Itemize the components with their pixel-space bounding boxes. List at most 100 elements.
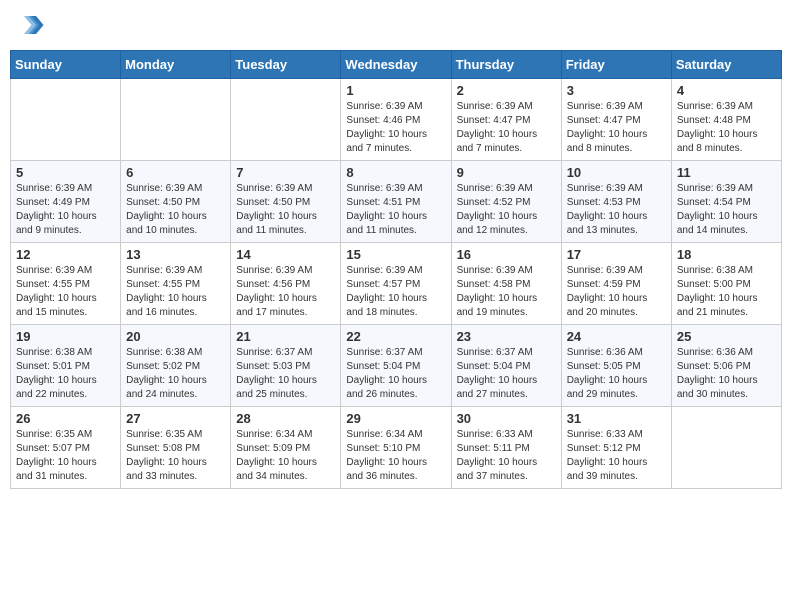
calendar-week-3: 12 Sunrise: 6:39 AM Sunset: 4:55 PM Dayli… — [11, 243, 782, 325]
day-info: Sunrise: 6:39 AM Sunset: 4:47 PM Dayligh… — [457, 100, 556, 156]
calendar-cell: 10Sunrise: 6:39 AM Sunset: 4:53 PM Dayli… — [561, 161, 671, 243]
day-number: 25 — [677, 329, 776, 344]
day-number: 6 — [126, 165, 225, 180]
day-info: Sunrise: 6:35 AM Sunset: 5:08 PM Dayligh… — [126, 428, 225, 484]
calendar-week-2: 5 Sunrise: 6:39 AM Sunset: 4:49 PM Daylig… — [11, 161, 782, 243]
calendar-cell: 28 Sunrise: 6:34 AM Sunset: 5:09 PM Dayli… — [231, 407, 341, 489]
day-number: 14 — [236, 247, 335, 262]
logo-icon — [15, 10, 45, 40]
logo — [15, 10, 49, 40]
calendar-week-4: 19 Sunrise: 6:38 AM Sunset: 5:01 PM Dayli… — [11, 325, 782, 407]
day-info: Sunrise: 6:39 AM Sunset: 4:56 PM Dayligh… — [236, 264, 335, 320]
day-number: 17 — [567, 247, 666, 262]
calendar-cell: 11Sunrise: 6:39 AM Sunset: 4:54 PM Dayli… — [671, 161, 781, 243]
day-info: Sunrise: 6:36 AM Sunset: 5:05 PM Dayligh… — [567, 346, 666, 402]
day-number: 29 — [346, 411, 445, 426]
day-number: 24 — [567, 329, 666, 344]
day-number: 16 — [457, 247, 556, 262]
calendar-cell: 23Sunrise: 6:37 AM Sunset: 5:04 PM Dayli… — [451, 325, 561, 407]
day-info: Sunrise: 6:34 AM Sunset: 5:10 PM Dayligh… — [346, 428, 445, 484]
day-of-week-saturday: Saturday — [671, 51, 781, 79]
page: SundayMondayTuesdayWednesdayThursdayFrid… — [0, 0, 792, 499]
day-number: 13 — [126, 247, 225, 262]
calendar-cell: 17 Sunrise: 6:39 AM Sunset: 4:59 PM Dayli… — [561, 243, 671, 325]
day-number: 15 — [346, 247, 445, 262]
day-info: Sunrise: 6:39 AM Sunset: 4:46 PM Dayligh… — [346, 100, 445, 156]
day-of-week-tuesday: Tuesday — [231, 51, 341, 79]
calendar-cell: 7 Sunrise: 6:39 AM Sunset: 4:50 PM Daylig… — [231, 161, 341, 243]
calendar-cell: 8 Sunrise: 6:39 AM Sunset: 4:51 PM Daylig… — [341, 161, 451, 243]
calendar-cell: 18 Sunrise: 6:38 AM Sunset: 5:00 PM Dayli… — [671, 243, 781, 325]
day-number: 30 — [457, 411, 556, 426]
calendar-cell: 31Sunrise: 6:33 AM Sunset: 5:12 PM Dayli… — [561, 407, 671, 489]
day-info: Sunrise: 6:38 AM Sunset: 5:01 PM Dayligh… — [16, 346, 115, 402]
day-number: 3 — [567, 83, 666, 98]
day-info: Sunrise: 6:34 AM Sunset: 5:09 PM Dayligh… — [236, 428, 335, 484]
day-info: Sunrise: 6:39 AM Sunset: 4:55 PM Dayligh… — [16, 264, 115, 320]
calendar-cell: 3Sunrise: 6:39 AM Sunset: 4:47 PM Daylig… — [561, 79, 671, 161]
day-of-week-thursday: Thursday — [451, 51, 561, 79]
calendar-cell: 9 Sunrise: 6:39 AM Sunset: 4:52 PM Daylig… — [451, 161, 561, 243]
calendar-cell: 30 Sunrise: 6:33 AM Sunset: 5:11 PM Dayli… — [451, 407, 561, 489]
calendar-cell: 21 Sunrise: 6:37 AM Sunset: 5:03 PM Dayli… — [231, 325, 341, 407]
day-info: Sunrise: 6:38 AM Sunset: 5:02 PM Dayligh… — [126, 346, 225, 402]
day-info: Sunrise: 6:39 AM Sunset: 4:50 PM Dayligh… — [236, 182, 335, 238]
day-number: 31 — [567, 411, 666, 426]
day-number: 2 — [457, 83, 556, 98]
day-of-week-friday: Friday — [561, 51, 671, 79]
day-info: Sunrise: 6:39 AM Sunset: 4:53 PM Dayligh… — [567, 182, 666, 238]
calendar-cell: 1 Sunrise: 6:39 AM Sunset: 4:46 PM Daylig… — [341, 79, 451, 161]
calendar-cell: 20Sunrise: 6:38 AM Sunset: 5:02 PM Dayli… — [121, 325, 231, 407]
day-info: Sunrise: 6:39 AM Sunset: 4:51 PM Dayligh… — [346, 182, 445, 238]
day-number: 18 — [677, 247, 776, 262]
calendar-table: SundayMondayTuesdayWednesdayThursdayFrid… — [10, 50, 782, 489]
day-info: Sunrise: 6:37 AM Sunset: 5:04 PM Dayligh… — [346, 346, 445, 402]
day-number: 9 — [457, 165, 556, 180]
calendar-cell: 22Sunrise: 6:37 AM Sunset: 5:04 PM Dayli… — [341, 325, 451, 407]
day-of-week-wednesday: Wednesday — [341, 51, 451, 79]
day-info: Sunrise: 6:39 AM Sunset: 4:57 PM Dayligh… — [346, 264, 445, 320]
calendar-week-1: 1 Sunrise: 6:39 AM Sunset: 4:46 PM Daylig… — [11, 79, 782, 161]
day-number: 5 — [16, 165, 115, 180]
day-info: Sunrise: 6:39 AM Sunset: 4:55 PM Dayligh… — [126, 264, 225, 320]
calendar-cell — [121, 79, 231, 161]
day-info: Sunrise: 6:39 AM Sunset: 4:52 PM Dayligh… — [457, 182, 556, 238]
day-info: Sunrise: 6:39 AM Sunset: 4:50 PM Dayligh… — [126, 182, 225, 238]
day-number: 21 — [236, 329, 335, 344]
day-number: 27 — [126, 411, 225, 426]
calendar-cell: 29 Sunrise: 6:34 AM Sunset: 5:10 PM Dayli… — [341, 407, 451, 489]
day-number: 23 — [457, 329, 556, 344]
day-number: 28 — [236, 411, 335, 426]
calendar-cell — [671, 407, 781, 489]
calendar-header-row: SundayMondayTuesdayWednesdayThursdayFrid… — [11, 51, 782, 79]
calendar-cell: 25 Sunrise: 6:36 AM Sunset: 5:06 PM Dayli… — [671, 325, 781, 407]
header — [10, 10, 782, 40]
day-info: Sunrise: 6:39 AM Sunset: 4:48 PM Dayligh… — [677, 100, 776, 156]
calendar-cell: 6 Sunrise: 6:39 AM Sunset: 4:50 PM Daylig… — [121, 161, 231, 243]
day-info: Sunrise: 6:39 AM Sunset: 4:59 PM Dayligh… — [567, 264, 666, 320]
calendar-cell — [11, 79, 121, 161]
calendar-cell: 2 Sunrise: 6:39 AM Sunset: 4:47 PM Daylig… — [451, 79, 561, 161]
calendar-cell: 15 Sunrise: 6:39 AM Sunset: 4:57 PM Dayli… — [341, 243, 451, 325]
day-number: 26 — [16, 411, 115, 426]
calendar-cell: 13 Sunrise: 6:39 AM Sunset: 4:55 PM Dayli… — [121, 243, 231, 325]
calendar-cell: 12 Sunrise: 6:39 AM Sunset: 4:55 PM Dayli… — [11, 243, 121, 325]
calendar-cell: 26Sunrise: 6:35 AM Sunset: 5:07 PM Dayli… — [11, 407, 121, 489]
day-info: Sunrise: 6:36 AM Sunset: 5:06 PM Dayligh… — [677, 346, 776, 402]
calendar-cell: 27 Sunrise: 6:35 AM Sunset: 5:08 PM Dayli… — [121, 407, 231, 489]
day-number: 19 — [16, 329, 115, 344]
day-of-week-sunday: Sunday — [11, 51, 121, 79]
calendar-cell: 19 Sunrise: 6:38 AM Sunset: 5:01 PM Dayli… — [11, 325, 121, 407]
day-info: Sunrise: 6:37 AM Sunset: 5:03 PM Dayligh… — [236, 346, 335, 402]
calendar-cell — [231, 79, 341, 161]
calendar-cell: 14 Sunrise: 6:39 AM Sunset: 4:56 PM Dayli… — [231, 243, 341, 325]
day-number: 7 — [236, 165, 335, 180]
day-info: Sunrise: 6:39 AM Sunset: 4:54 PM Dayligh… — [677, 182, 776, 238]
calendar-cell: 16Sunrise: 6:39 AM Sunset: 4:58 PM Dayli… — [451, 243, 561, 325]
day-info: Sunrise: 6:38 AM Sunset: 5:00 PM Dayligh… — [677, 264, 776, 320]
day-info: Sunrise: 6:33 AM Sunset: 5:11 PM Dayligh… — [457, 428, 556, 484]
day-number: 8 — [346, 165, 445, 180]
day-number: 1 — [346, 83, 445, 98]
day-number: 12 — [16, 247, 115, 262]
day-info: Sunrise: 6:39 AM Sunset: 4:49 PM Dayligh… — [16, 182, 115, 238]
